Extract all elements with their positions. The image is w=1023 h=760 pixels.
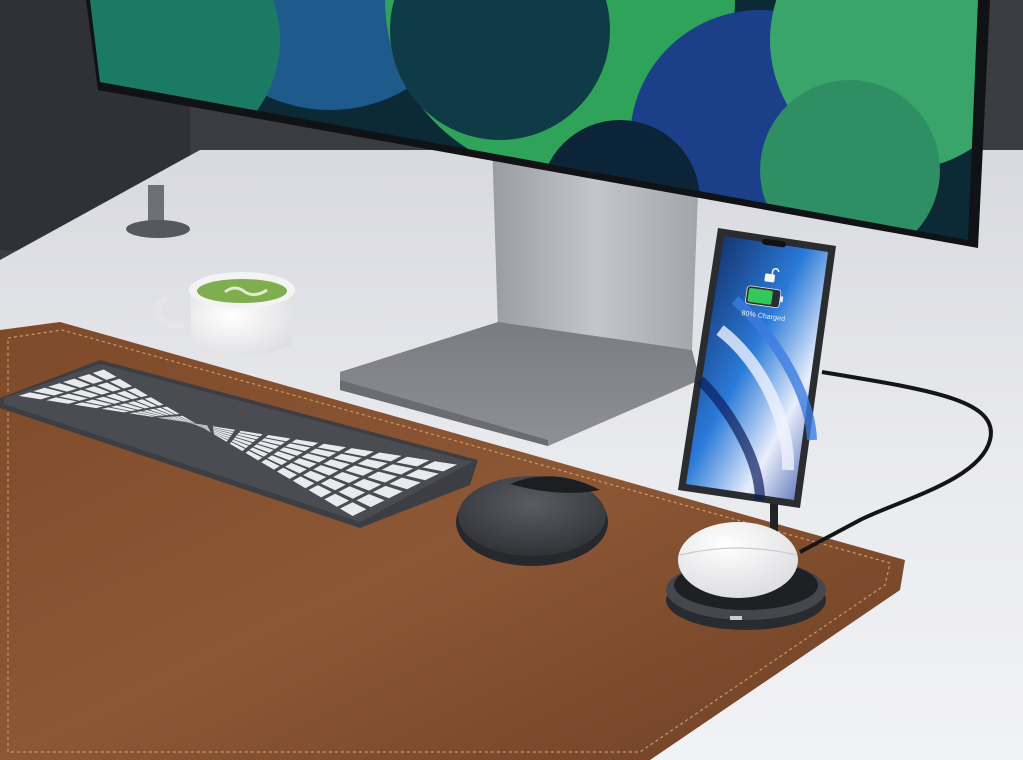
desk-scene <box>0 0 1023 760</box>
mouse <box>456 476 608 566</box>
airpods-case <box>678 522 798 598</box>
desk-setup-photo: 80% Charged <box>0 0 1023 760</box>
monitor-clamp-post <box>148 185 164 225</box>
monitor-clamp-base <box>126 220 190 238</box>
